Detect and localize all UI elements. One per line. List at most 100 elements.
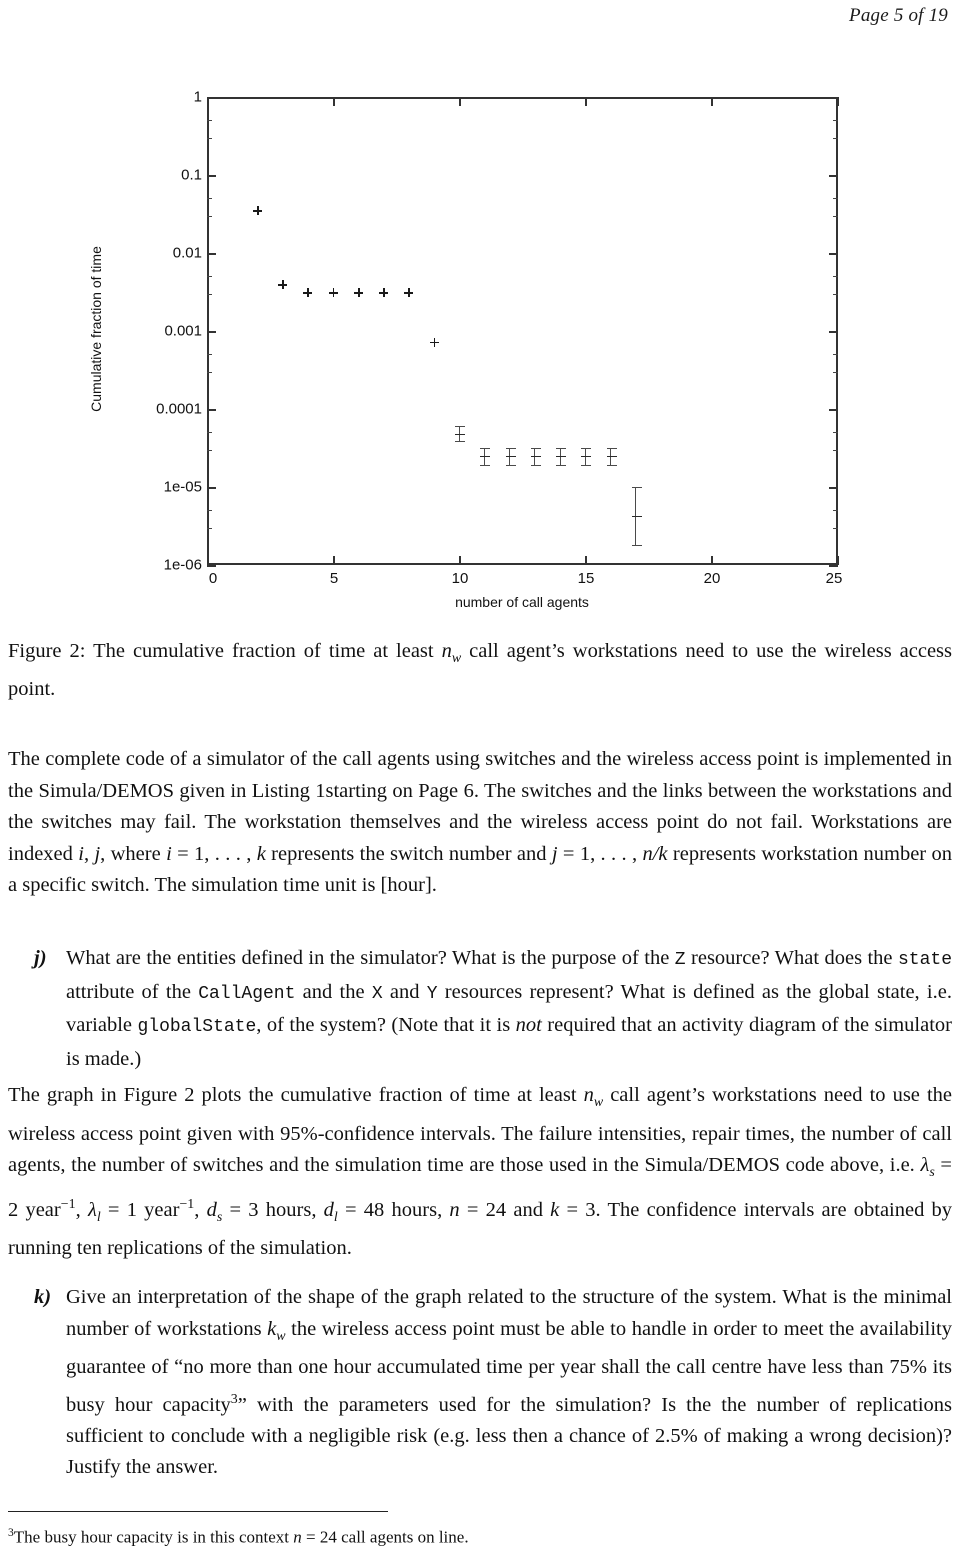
data-point-marker [530,455,541,457]
code-z: Z [674,950,686,970]
x-tick-label: 15 [577,570,595,587]
error-bar-cap-top [455,425,466,427]
x-tick-label: 0 [208,570,218,587]
paragraph-graph-parameters: The graph in Figure 2 plots the cumulati… [8,1080,952,1265]
x-tick-mark [837,556,839,565]
error-bar-cap-bottom [556,465,567,467]
eq-lambda-l-exp: −1 [179,1196,195,1212]
eq-dl: d [323,1198,334,1221]
eq-k-value: = 3 [559,1198,596,1221]
y-tick-mark [207,487,216,489]
error-bar-cap-bottom [631,545,642,547]
eq-k: k [550,1198,560,1221]
y-tick-mark-right [829,409,838,411]
footnote-text-1: The busy hour capacity is in this contex… [13,1527,294,1547]
data-point-marker [303,288,313,298]
y-tick-mark-right [829,487,838,489]
item-j-text-5: and [382,980,427,1003]
y-tick-label: 1e-05 [163,478,202,496]
sep-1: , [75,1198,88,1221]
para2-sentence-1: The graph in Figure 2 plots the cumulati… [8,1084,584,1106]
y-tick-mark-right [829,331,838,333]
y-minor-tick-right [833,120,838,121]
figure-caption-var-n: n [441,640,452,662]
figure-2-block: 1 0.1 0.01 0.001 0.0001 1e-05 1e-06 0 5 … [0,78,960,623]
list-item-j-marker: j) [34,947,47,969]
footnote-ref-3[interactable]: 3 [231,1392,238,1407]
x-tick-label: 25 [825,570,843,587]
y-minor-tick-right [833,528,838,529]
y-minor-tick [207,294,212,295]
y-minor-tick-right [833,276,838,277]
error-bar-cap-bottom [505,465,516,467]
code-x: X [371,983,383,1004]
x-tick-mark [207,556,209,565]
error-bar-cap-bottom [581,465,592,467]
eq-lambda-s: λ [920,1154,930,1177]
error-bar-cap-bottom [606,465,617,467]
sep-4: , [437,1198,450,1221]
error-bar-cap-top [581,447,592,449]
list-item-k: k) Give an interpretation of the shape of… [8,1282,952,1484]
error-bar-cap-bottom [530,465,541,467]
data-point-marker [455,433,466,435]
y-tick-label: 0.01 [172,244,202,262]
data-point-marker [379,288,389,298]
y-minor-tick [207,528,212,529]
item-j-text-1: What are the entities defined in the sim… [66,947,675,969]
item-j-emphasis-not: not [515,1014,542,1036]
figure-caption-var-sub-w: w [451,651,462,667]
list-item-j: j) What are the entities defined in the s… [8,943,952,1075]
y-tick-mark-right [829,175,838,177]
error-bar [581,447,592,467]
para1-eq2-nk: n/k [642,842,668,865]
eq-lambda-s-exp: −1 [60,1196,76,1212]
data-point-marker [505,455,516,457]
x-tick-mark-top [333,97,335,106]
y-minor-tick [207,372,212,373]
y-tick-mark [207,331,216,333]
y-tick-mark [207,97,216,99]
error-bar-cap-top [530,447,541,449]
code-callagent: CallAgent [198,983,296,1004]
list-item-k-marker: k) [34,1286,52,1308]
x-tick-mark-top [837,97,839,106]
eq-n-value: = 24 and [459,1198,551,1221]
error-bar-cap-top [556,447,567,449]
y-tick-label: 0.1 [181,166,202,184]
x-axis-title: number of call agents [455,594,589,610]
para2-var-sub-w: w [593,1095,604,1111]
plot-area [207,97,838,565]
x-tick-mark [585,556,587,565]
footnote-separator-rule [8,1511,388,1512]
data-point-marker [480,455,491,457]
y-tick-mark [207,565,216,567]
para1-eq1-rest: = 1, . . . , [171,842,257,865]
x-tick-label: 5 [329,570,339,587]
error-bar-cap-bottom [480,465,491,467]
data-point-marker [404,288,414,298]
figure-caption: Figure 2: The cumulative fraction of tim… [8,636,952,705]
data-point-marker [581,455,592,457]
y-minor-tick [207,276,212,277]
y-minor-tick [207,510,212,511]
error-bar [631,486,642,547]
y-minor-tick-right [833,372,838,373]
item-k-var-sub-w: w [276,1328,286,1344]
item-j-text-3: attribute of the [66,980,199,1003]
y-tick-mark [207,175,216,177]
footnote-var-n: n [293,1527,302,1547]
error-bar-cap-top [505,447,516,449]
chart-cumulative-fraction: 1 0.1 0.01 0.001 0.0001 1e-05 1e-06 0 5 … [0,78,960,623]
eq-n: n [449,1198,460,1221]
y-minor-tick [207,216,212,217]
y-tick-label: 0.0001 [156,400,202,418]
footnote-text-2: = 24 call agents on line. [301,1527,469,1547]
eq-lambda-l: λ [87,1198,97,1221]
error-bar [606,447,617,467]
error-bar-cap-top [480,447,491,449]
x-tick-mark-top [711,97,713,106]
data-point-marker [278,280,288,290]
data-point-marker [429,337,439,347]
y-tick-mark [207,253,216,255]
